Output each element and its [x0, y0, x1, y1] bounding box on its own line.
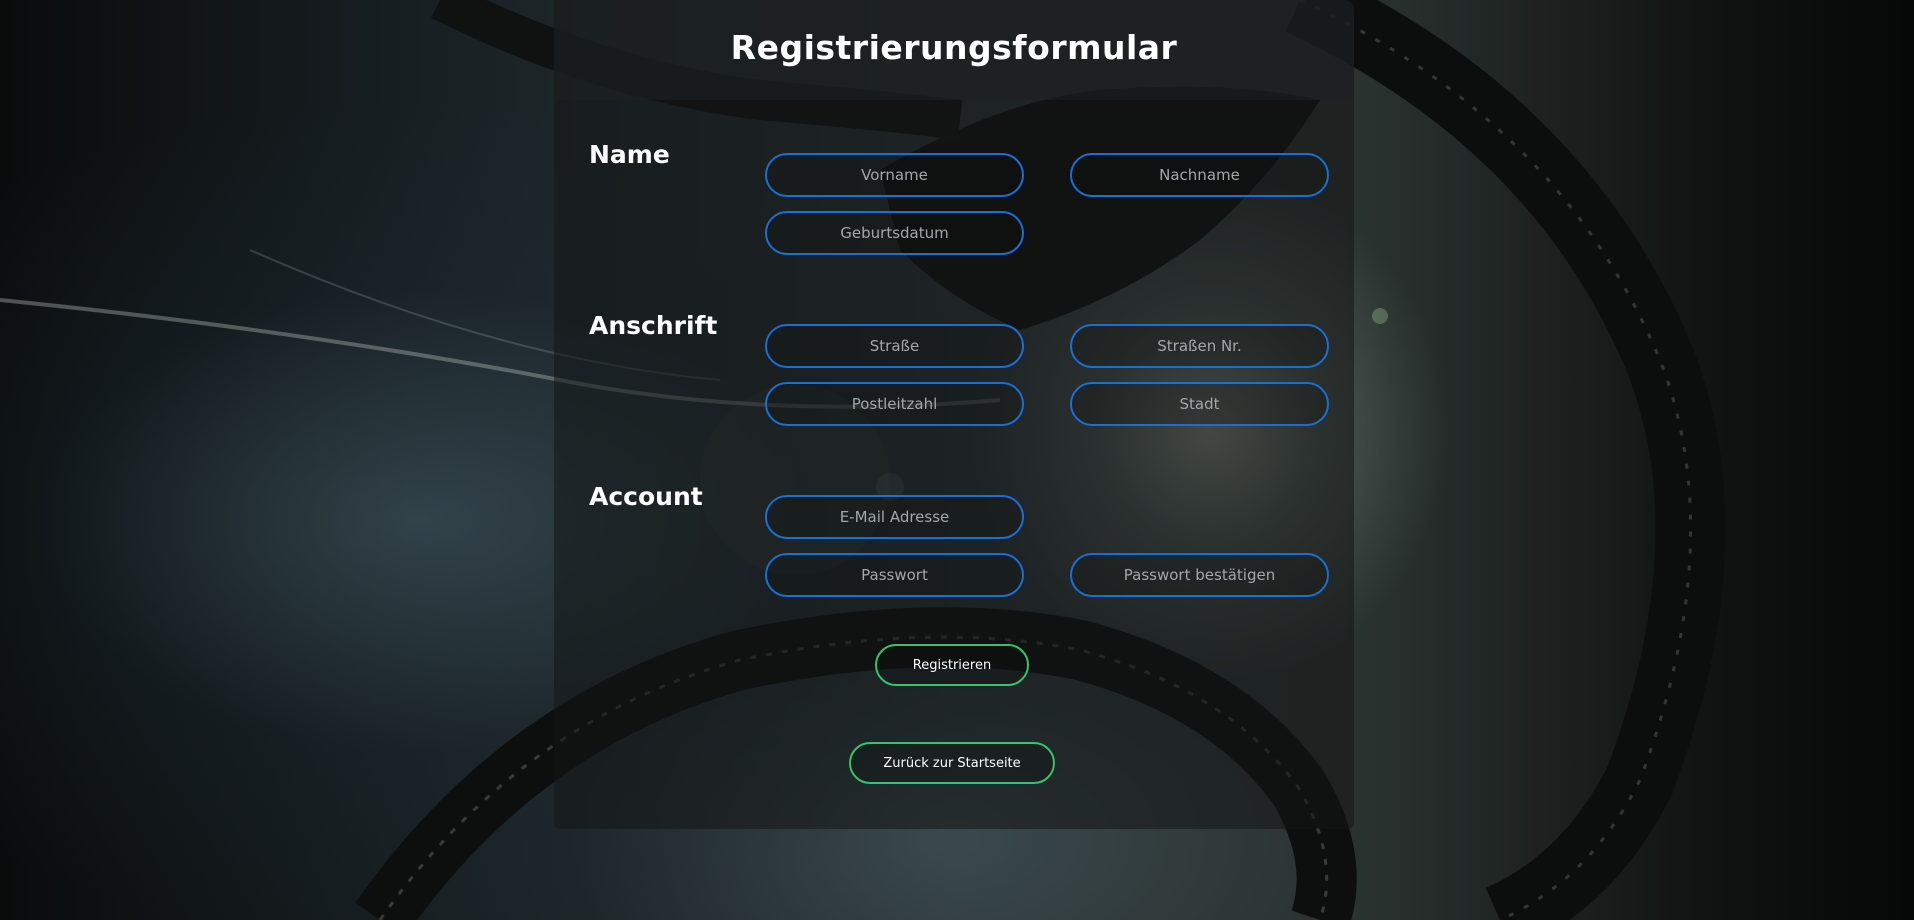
postleitzahl-input[interactable] — [765, 382, 1024, 426]
register-button[interactable]: Registrieren — [875, 644, 1029, 686]
strassen-nr-input[interactable] — [1070, 324, 1329, 368]
section-label-name: Name — [589, 140, 670, 169]
email-input[interactable] — [765, 495, 1024, 539]
password-confirm-input[interactable] — [1070, 553, 1329, 597]
section-label-account: Account — [589, 482, 703, 511]
strasse-input[interactable] — [765, 324, 1024, 368]
nachname-input[interactable] — [1070, 153, 1329, 197]
registration-panel: Registrierungsformular Name Anschrift Ac… — [554, 0, 1354, 829]
geburtsdatum-input[interactable] — [765, 211, 1024, 255]
back-to-home-button[interactable]: Zurück zur Startseite — [849, 742, 1055, 784]
section-label-anschrift: Anschrift — [589, 311, 718, 340]
password-input[interactable] — [765, 553, 1024, 597]
page-title: Registrierungsformular — [730, 28, 1178, 67]
vorname-input[interactable] — [765, 153, 1024, 197]
stadt-input[interactable] — [1070, 382, 1329, 426]
